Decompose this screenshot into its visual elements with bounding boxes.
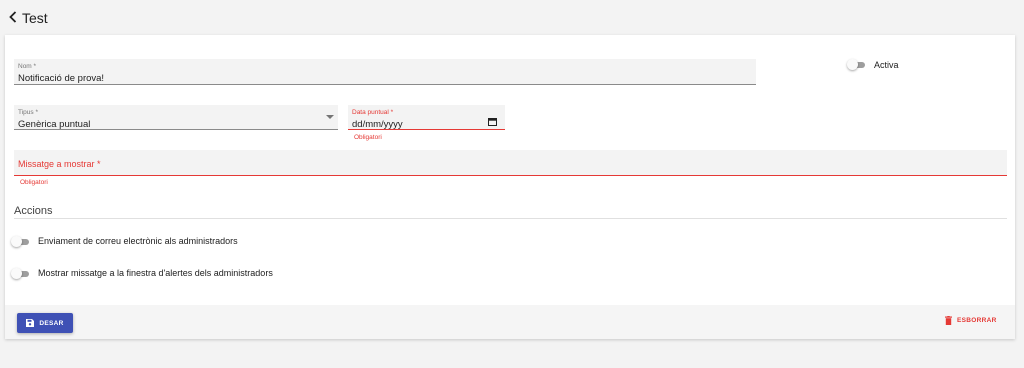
delete-button-label: ESBORRAR [957, 317, 997, 324]
accions-title: Accions [14, 205, 53, 217]
tipus-select[interactable]: Tipus * Genèrica puntual [14, 105, 338, 130]
nom-label: Nom * [18, 63, 37, 70]
delete-button[interactable]: ESBORRAR [945, 316, 997, 325]
tipus-value: Genèrica puntual [18, 119, 91, 130]
email-admins-switch[interactable] [11, 236, 31, 248]
alert-window-switch[interactable] [11, 268, 31, 280]
alert-window-label: Mostrar missatge a la finestra d'alertes… [38, 268, 273, 278]
nom-field[interactable]: Nom * Notificació de prova! [14, 59, 756, 85]
alert-window-switch-thumb [11, 268, 22, 279]
email-admins-switch-thumb [11, 236, 22, 247]
missatge-error: Obligatori [20, 179, 48, 186]
back-arrow-icon[interactable] [6, 9, 20, 25]
data-puntual-error: Obligatori [354, 134, 382, 141]
data-puntual-label: Data puntual * [352, 109, 394, 116]
dropdown-arrow-icon [326, 115, 334, 120]
trash-icon [945, 316, 952, 325]
form-footer: DESAR ESBORRAR [5, 305, 1015, 339]
page-title: Test [22, 10, 48, 26]
calendar-icon[interactable] [488, 117, 497, 126]
tipus-label: Tipus * [18, 109, 38, 116]
save-button-label: DESAR [39, 319, 64, 327]
activa-switch[interactable] [847, 59, 867, 71]
activa-label: Activa [874, 60, 899, 70]
save-button[interactable]: DESAR [17, 313, 73, 333]
email-admins-label: Enviament de correu electrònic als admin… [38, 236, 238, 246]
page-header: Test [0, 0, 1024, 34]
missatge-label: Missatge a mostrar * [18, 159, 101, 169]
data-puntual-field[interactable]: Data puntual * dd/mm/yyyy [348, 105, 505, 130]
nom-value: Notificació de prova! [18, 73, 105, 84]
data-puntual-value: dd/mm/yyyy [352, 119, 403, 130]
accions-divider [14, 218, 1007, 219]
activa-switch-thumb [847, 59, 858, 70]
notification-form-card: Nom * Notificació de prova! Activa Tipus… [5, 35, 1015, 339]
missatge-field[interactable]: Missatge a mostrar * [14, 150, 1007, 176]
floppy-disk-icon [26, 319, 35, 327]
